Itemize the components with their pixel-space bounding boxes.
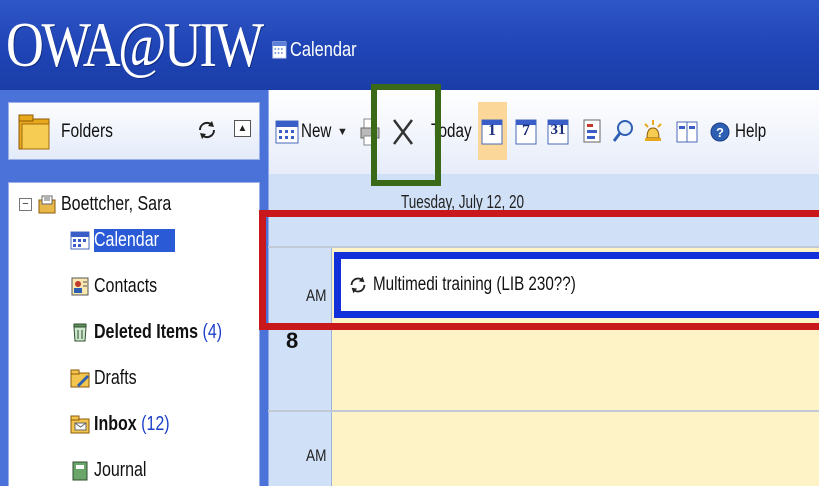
address-book-button[interactable] bbox=[675, 90, 699, 174]
find-button[interactable] bbox=[611, 90, 635, 174]
sidebar-item-label: Calendar bbox=[94, 228, 159, 251]
collapse-tree-button[interactable]: − bbox=[19, 197, 32, 211]
highlight-box-red bbox=[259, 210, 819, 330]
new-button[interactable]: New ▼ bbox=[275, 90, 348, 174]
collapse-pane-button[interactable]: ▲ bbox=[234, 120, 251, 137]
module-title-text: Calendar bbox=[290, 38, 357, 61]
month-view-number: 31 bbox=[550, 122, 566, 138]
calendar-icon bbox=[272, 41, 287, 59]
sidebar-item-inbox[interactable]: Inbox (12) bbox=[69, 409, 188, 439]
hour-divider bbox=[268, 410, 819, 412]
day-view-button[interactable]: 1 bbox=[481, 90, 503, 174]
folder-icon bbox=[18, 114, 50, 150]
folders-label: Folders bbox=[61, 121, 113, 142]
highlight-box-green bbox=[371, 84, 441, 186]
module-title: Calendar bbox=[272, 38, 357, 62]
sidebar-item-journal[interactable]: Journal bbox=[69, 455, 160, 485]
hour-label: 8 bbox=[286, 328, 299, 353]
folder-tree: − Boettcher, Sara Calendar Contacts Dele… bbox=[8, 182, 260, 486]
address-book-icon bbox=[676, 121, 698, 143]
reminders-button[interactable] bbox=[641, 90, 665, 174]
mailbox-owner: Boettcher, Sara bbox=[61, 192, 172, 215]
sidebar-item-label: Deleted Items (4) bbox=[94, 321, 222, 344]
sidebar-item-deleted-items[interactable]: Deleted Items (4) bbox=[69, 317, 254, 347]
tree-root[interactable]: − Boettcher, Sara bbox=[19, 189, 199, 219]
svg-text:?: ? bbox=[716, 125, 724, 140]
sidebar-item-calendar[interactable]: Calendar bbox=[69, 225, 176, 255]
unread-count: (12) bbox=[141, 412, 170, 435]
new-button-label: New bbox=[301, 121, 332, 142]
agenda-view-button[interactable] bbox=[581, 90, 603, 174]
sidebar: Folders ▲ − Boettcher, Sara Calendar Con… bbox=[0, 90, 268, 486]
unread-count: (4) bbox=[202, 320, 223, 343]
app-logo: OWA@UIW bbox=[6, 9, 264, 80]
sidebar-item-label: Contacts bbox=[94, 274, 158, 297]
search-icon bbox=[612, 120, 633, 142]
sidebar-item-label: Drafts bbox=[94, 366, 137, 389]
journal-icon bbox=[72, 461, 88, 481]
folders-header: Folders ▲ bbox=[8, 102, 260, 160]
sidebar-item-label: Journal bbox=[94, 458, 147, 481]
deleted-items-label: Deleted Items bbox=[94, 320, 199, 343]
app-header: OWA@UIW Calendar bbox=[0, 0, 819, 90]
drafts-icon bbox=[70, 369, 90, 388]
dropdown-arrow-icon[interactable]: ▼ bbox=[337, 126, 348, 138]
contacts-icon bbox=[71, 277, 89, 296]
reminder-bell-icon bbox=[644, 120, 662, 141]
new-calendar-icon bbox=[275, 120, 299, 144]
mailbox-icon bbox=[38, 195, 56, 214]
week-view-button[interactable]: 7 bbox=[515, 90, 537, 174]
help-button[interactable]: ? Help bbox=[709, 90, 774, 174]
month-view-button[interactable]: 31 bbox=[547, 90, 569, 174]
sidebar-item-contacts[interactable]: Contacts bbox=[69, 271, 173, 301]
calendar-icon bbox=[70, 231, 90, 250]
trash-icon bbox=[73, 323, 87, 342]
inbox-icon bbox=[70, 415, 90, 434]
sidebar-item-label: Inbox (12) bbox=[94, 413, 170, 436]
day-view-number: 1 bbox=[488, 122, 496, 139]
week-view-number: 7 bbox=[522, 122, 530, 139]
inbox-label: Inbox bbox=[94, 412, 137, 435]
toolbar: New ▼ Today 1 7 31 ? Help bbox=[268, 90, 819, 174]
refresh-icon[interactable] bbox=[195, 118, 219, 142]
agenda-icon bbox=[583, 119, 601, 143]
am-label: AM bbox=[306, 446, 327, 465]
help-button-label: Help bbox=[735, 121, 767, 142]
selected-item-highlight: Calendar bbox=[94, 228, 176, 252]
help-icon: ? bbox=[710, 122, 730, 142]
sidebar-item-drafts[interactable]: Drafts bbox=[69, 363, 147, 393]
